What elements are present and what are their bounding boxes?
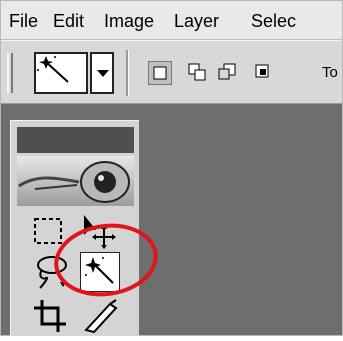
options-grip[interactable] [7,53,13,93]
menu-image[interactable]: Image [104,11,154,32]
toolbox-title-bar[interactable] [17,127,134,153]
subtract-selection-button[interactable] [216,61,240,85]
preset-dropdown-button[interactable] [90,52,114,94]
magic-wand-icon [37,56,69,83]
new-selection-button[interactable] [148,61,172,85]
eye-logo-icon [18,161,130,203]
tool-preset-picker[interactable] [34,52,88,94]
intersect-selection-icon [255,64,269,78]
subtract-selection-icon [218,63,236,80]
crop-tool[interactable] [30,296,70,336]
menu-edit[interactable]: Edit [53,11,84,32]
new-selection-icon [153,66,167,80]
intersect-selection-button[interactable] [252,61,276,85]
slice-tool[interactable] [80,296,120,336]
add-selection-icon [188,63,206,81]
menu-file[interactable]: File [9,11,38,32]
menu-layer[interactable]: Layer [174,11,219,32]
crop-icon [34,300,66,332]
tolerance-label: To [322,64,338,81]
menu-select[interactable]: Selec [251,11,296,32]
options-separator [126,50,129,96]
add-to-selection-button[interactable] [186,61,210,85]
slice-icon [84,299,118,334]
menu-bar: File Edit Image Layer Selec [1,1,342,39]
toolbox-eye-logo[interactable] [17,156,134,206]
